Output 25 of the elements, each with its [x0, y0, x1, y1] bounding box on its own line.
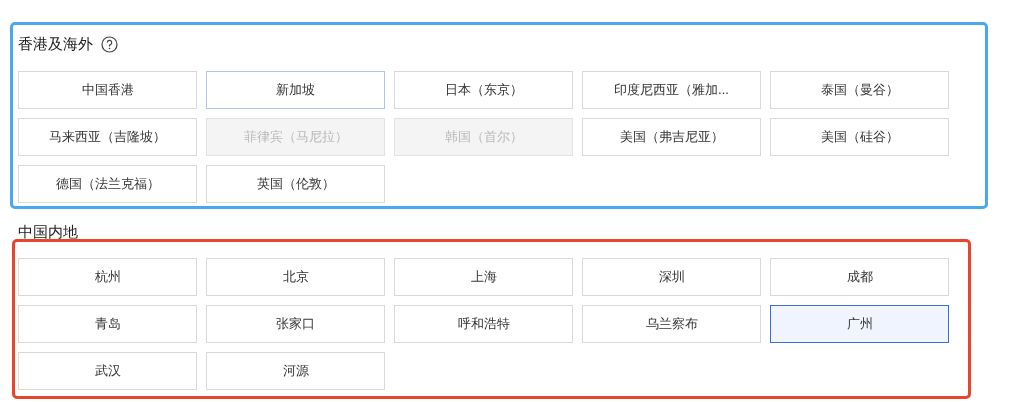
- region-option[interactable]: 深圳: [582, 258, 761, 296]
- region-option[interactable]: 呼和浩特: [394, 305, 573, 343]
- region-option[interactable]: 北京: [206, 258, 385, 296]
- region-option[interactable]: 英国（伦敦）: [206, 164, 385, 203]
- region-option[interactable]: 乌兰察布: [582, 305, 761, 343]
- region-option[interactable]: 成都: [770, 258, 949, 296]
- region-option[interactable]: 德国（法兰克福）: [18, 164, 197, 203]
- region-option[interactable]: 张家口: [206, 305, 385, 343]
- region-option[interactable]: 美国（弗吉尼亚）: [582, 117, 761, 156]
- section-title: 香港及海外: [18, 34, 93, 54]
- help-icon[interactable]: [101, 35, 118, 53]
- region-option[interactable]: 美国（硅谷）: [770, 117, 949, 156]
- region-option[interactable]: 日本（东京）: [394, 70, 573, 109]
- region-option[interactable]: 上海: [394, 258, 573, 296]
- region-option[interactable]: 泰国（曼谷）: [770, 70, 949, 109]
- section-title: 中国内地: [18, 222, 78, 242]
- region-option[interactable]: 马来西亚（吉隆坡）: [18, 117, 197, 156]
- region-option[interactable]: 广州: [770, 305, 949, 343]
- region-option[interactable]: 新加坡: [206, 70, 385, 109]
- region-option[interactable]: 河源: [206, 352, 385, 390]
- region-option[interactable]: 杭州: [18, 258, 197, 296]
- region-option[interactable]: 中国香港: [18, 70, 197, 109]
- region-option[interactable]: 武汉: [18, 352, 197, 390]
- region-option[interactable]: 青岛: [18, 305, 197, 343]
- region-option[interactable]: 印度尼西亚（雅加...: [582, 70, 761, 109]
